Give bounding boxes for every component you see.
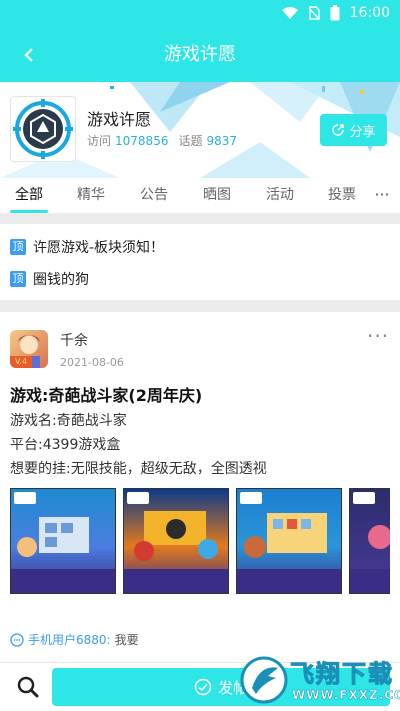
tab-events[interactable]: 活动 (259, 178, 301, 214)
watermark-logo (240, 656, 288, 704)
post-image[interactable] (236, 488, 342, 594)
page-title: 游戏许愿 (164, 44, 236, 65)
search-button[interactable] (14, 673, 42, 701)
post-date: 2021-08-06 (60, 356, 124, 369)
forum-header: 游戏许愿 访问 1078856 话题 9837 分享 (0, 82, 400, 178)
comment-user[interactable]: 手机用户6880: (28, 631, 111, 648)
search-icon (17, 676, 39, 698)
post-author[interactable]: 千余 (60, 330, 88, 350)
topics-count: 9837 (206, 134, 238, 148)
share-icon (332, 124, 345, 136)
more-icon[interactable]: ··· (367, 324, 389, 348)
no-sim-icon (308, 6, 320, 20)
tab-votes[interactable]: 投票 (321, 178, 363, 214)
comment-text: 我要 (114, 633, 139, 647)
watermark-title: 飞翔下载 (290, 660, 394, 689)
pinned-title: 许愿游戏-板块须知！ (33, 240, 165, 256)
pinned-title: 圈钱的狗 (33, 272, 89, 288)
share-button[interactable]: 分享 (320, 114, 387, 146)
tab-all[interactable]: 全部 (6, 178, 52, 214)
post-card[interactable]: V.4 千余 2021-08-06 ··· 游戏:奇葩战斗家(2周年庆) 游戏名… (0, 312, 400, 662)
app-bar: 游戏许愿 (0, 28, 400, 82)
tab-photos[interactable]: 晒图 (196, 178, 238, 214)
post-image[interactable] (123, 488, 229, 594)
forum-name: 游戏许愿 (87, 110, 152, 129)
avatar[interactable]: V.4 (10, 330, 48, 368)
forum-stats: 访问 1078856 话题 9837 (87, 132, 247, 149)
wifi-icon (281, 7, 298, 19)
comment-icon (10, 632, 24, 647)
comment-preview[interactable]: 手机用户6880: 我要 (10, 631, 139, 648)
post-line: 想要的挂:无限技能，超级无敌，全图透视 (10, 461, 267, 477)
post-title[interactable]: 游戏:奇葩战斗家(2周年庆) (10, 382, 202, 406)
pinned-badge: 顶 (10, 239, 26, 255)
post-line: 平台:4399游戏盒 (10, 437, 121, 453)
watermark-url: WWW.FXXZ.COM (292, 688, 400, 703)
edit-icon (194, 678, 212, 696)
tab-featured[interactable]: 精华 (70, 178, 112, 214)
post-image[interactable] (10, 488, 116, 594)
status-bar: 16:00 (0, 0, 400, 28)
topics-label: 话题 (178, 134, 203, 148)
post-images (10, 488, 390, 596)
tabs-more-icon[interactable]: ··· (370, 178, 394, 214)
pinned-item[interactable]: 顶 圈钱的狗 (10, 268, 89, 290)
visits-count: 1078856 (115, 134, 169, 148)
post-line: 游戏名:奇葩战斗家 (10, 413, 127, 429)
status-time: 16:00 (349, 5, 390, 21)
visits-label: 访问 (87, 134, 112, 148)
watermark: 飞翔下载 WWW.FXXZ.COM (238, 652, 400, 708)
battery-icon (330, 5, 340, 21)
level-badge: V.4 (10, 356, 32, 368)
share-label: 分享 (349, 124, 376, 140)
forum-logo (10, 96, 76, 162)
pinned-badge: 顶 (10, 271, 26, 287)
post-image[interactable] (349, 488, 390, 594)
forum-tabs: 全部 精华 公告 晒图 活动 投票 ··· (0, 178, 400, 214)
pinned-item[interactable]: 顶 许愿游戏-板块须知！ (10, 236, 164, 258)
pinned-posts: 顶 许愿游戏-板块须知！ 顶 圈钱的狗 (0, 224, 400, 300)
tab-announcements[interactable]: 公告 (133, 178, 175, 214)
